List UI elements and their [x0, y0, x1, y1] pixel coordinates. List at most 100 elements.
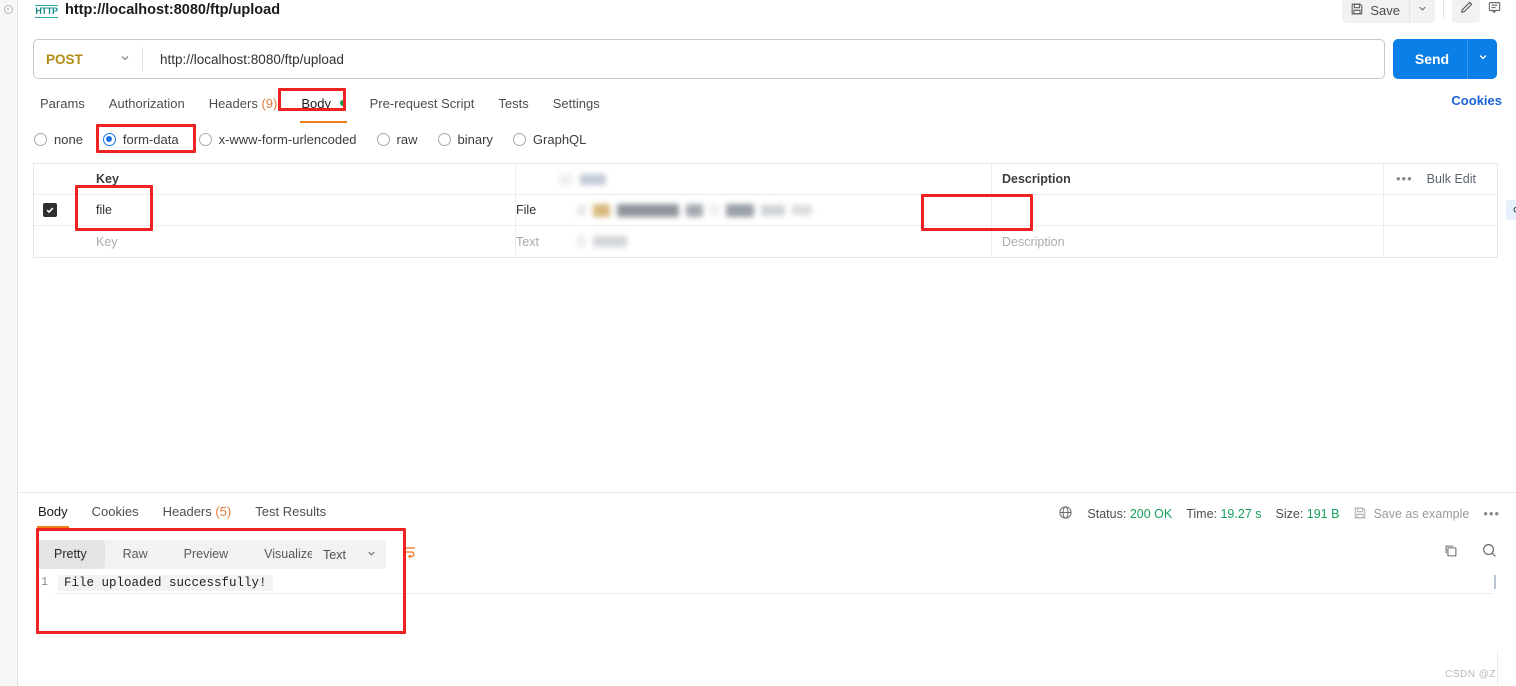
wrap-lines-button[interactable]	[394, 540, 423, 569]
cookies-link[interactable]: Cookies	[1451, 93, 1502, 108]
save-options-button[interactable]	[1409, 0, 1435, 23]
size-group: Size: 191 B	[1276, 507, 1340, 521]
body-type-form-data[interactable]: form-data	[102, 132, 191, 147]
table-row: file File	[34, 195, 1516, 226]
tab-label: Body	[301, 96, 331, 111]
radio-icon	[437, 132, 451, 146]
send-button-group[interactable]: Send	[1393, 39, 1497, 79]
placeholder-type-cell[interactable]: Text	[516, 226, 549, 257]
chevron-down-icon	[119, 52, 131, 67]
radio-label: binary	[457, 131, 493, 147]
radio-label: none	[54, 131, 83, 147]
body-type-none[interactable]: none	[34, 132, 95, 147]
status-value: 200 OK	[1129, 507, 1173, 521]
tab-label: Tests	[498, 96, 529, 111]
placeholder-key-text: Key	[96, 234, 118, 249]
send-button[interactable]: Send	[1393, 51, 1467, 67]
tab-authorization[interactable]: Authorization	[97, 91, 197, 117]
ellipsis-icon[interactable]: •••	[1396, 172, 1413, 185]
bulk-edit-button[interactable]: Bulk Edit	[1427, 172, 1476, 186]
tab-label: Authorization	[108, 96, 185, 111]
save-button-label: Save	[1370, 2, 1400, 18]
save-button[interactable]: Save	[1342, 0, 1409, 23]
response-status-bar: Status: 200 OK Time: 19.27 s Size: 191 B…	[1058, 505, 1500, 523]
save-as-example-button[interactable]: Save as example	[1353, 506, 1469, 523]
copy-icon[interactable]	[1443, 543, 1459, 564]
tab-body[interactable]: Body	[289, 91, 357, 123]
response-view-toggle: Pretty Raw Preview Visualize	[36, 540, 332, 569]
response-tab-test-results[interactable]: Test Results	[243, 500, 338, 524]
tab-params[interactable]: Params	[28, 91, 97, 117]
response-pane-divider	[18, 492, 1516, 493]
response-tab-bar: Body Cookies Headers (5) Test Results	[26, 500, 338, 528]
body-type-raw[interactable]: raw	[376, 132, 430, 147]
url-bar: POST	[33, 39, 1385, 79]
comments-button[interactable]	[1480, 0, 1508, 23]
line-number: 1	[41, 576, 48, 589]
titlebar-actions: Save	[1342, 0, 1508, 23]
redacted-value-header	[559, 173, 606, 185]
form-data-table: Key Description ••• Bulk Edit file File …	[33, 163, 1516, 258]
body-type-graphql[interactable]: GraphQL	[512, 131, 598, 147]
body-type-radio-group: none form-data x-www-form-urlencoded raw…	[34, 128, 606, 150]
chevron-down-icon	[1477, 50, 1489, 68]
placeholder-key-cell[interactable]: Key	[66, 226, 516, 257]
postman-window: HTTP http://localhost:8080/ftp/upload Sa…	[0, 0, 1516, 686]
body-has-content-dot	[339, 100, 346, 106]
response-format-select[interactable]: Text	[312, 540, 386, 569]
tab-settings[interactable]: Settings	[541, 91, 612, 117]
tab-headers[interactable]: Headers (9)	[197, 91, 290, 117]
radio-icon	[376, 132, 390, 146]
placeholder-value-cell[interactable]	[549, 226, 992, 257]
row-type-cell[interactable]: File	[516, 195, 549, 225]
response-tab-headers[interactable]: Headers (5)	[151, 500, 244, 524]
tab-tests[interactable]: Tests	[486, 91, 540, 117]
view-mode-preview[interactable]: Preview	[166, 540, 246, 569]
response-tab-body[interactable]: Body	[26, 500, 80, 528]
edit-request-button[interactable]	[1452, 0, 1480, 23]
row-checkbox-cell	[34, 195, 66, 225]
table-header-row: Key Description ••• Bulk Edit	[34, 164, 1497, 195]
method-selector[interactable]: POST	[34, 40, 142, 78]
radio-label: GraphQL	[532, 131, 587, 147]
send-options-button[interactable]	[1467, 39, 1497, 79]
response-more-icon[interactable]: •••	[1483, 507, 1500, 520]
radio-icon	[34, 132, 47, 146]
http-badge-label: HTTP	[35, 4, 58, 18]
response-body-code[interactable]: 1 File uploaded successfully!	[28, 573, 1498, 668]
body-type-x-www-form-urlencoded[interactable]: x-www-form-urlencoded	[198, 131, 369, 147]
time-group: Time: 19.27 s	[1186, 507, 1261, 521]
left-sidebar-rail	[0, 0, 18, 686]
tab-label: Headers	[162, 504, 212, 519]
header-description-cell: Description	[992, 164, 1384, 194]
row-enabled-checkbox[interactable]	[43, 203, 57, 217]
code-line-underline	[55, 593, 1493, 594]
response-tab-cookies[interactable]: Cookies	[80, 500, 151, 524]
placeholder-checkbox-cell	[34, 226, 66, 257]
view-mode-raw[interactable]: Raw	[105, 540, 166, 569]
tab-pre-request-script[interactable]: Pre-request Script	[358, 91, 487, 117]
header-checkbox-cell	[34, 164, 66, 194]
watermark: CSDN @Z	[1445, 669, 1496, 680]
save-as-example-label: Save as example	[1373, 507, 1470, 521]
time-label: Time:	[1186, 507, 1217, 521]
row-type-value: File	[516, 203, 537, 217]
placeholder-description-cell[interactable]: Description	[992, 226, 1384, 257]
sidebar-collapse-icon[interactable]	[4, 5, 13, 14]
row-key-cell[interactable]: file	[66, 195, 516, 225]
select-file-button[interactable]	[1506, 200, 1516, 220]
view-mode-pretty[interactable]: Pretty	[36, 540, 105, 569]
url-input[interactable]	[143, 40, 1384, 78]
redacted-file-value	[559, 203, 812, 217]
globe-icon[interactable]	[1058, 505, 1073, 523]
row-key-value: file	[96, 203, 112, 217]
table-placeholder-row: Key Text Description	[34, 226, 1497, 257]
radio-label: x-www-form-urlencoded	[218, 131, 357, 147]
search-icon[interactable]	[1481, 542, 1498, 564]
row-value-cell[interactable]	[549, 195, 1516, 225]
redacted-placeholder-value	[559, 236, 627, 247]
row-description-cell[interactable]	[992, 195, 1384, 225]
body-type-binary[interactable]: binary	[437, 131, 505, 147]
status-group: Status: 200 OK	[1087, 507, 1172, 521]
wrap-lines-icon	[401, 544, 417, 565]
